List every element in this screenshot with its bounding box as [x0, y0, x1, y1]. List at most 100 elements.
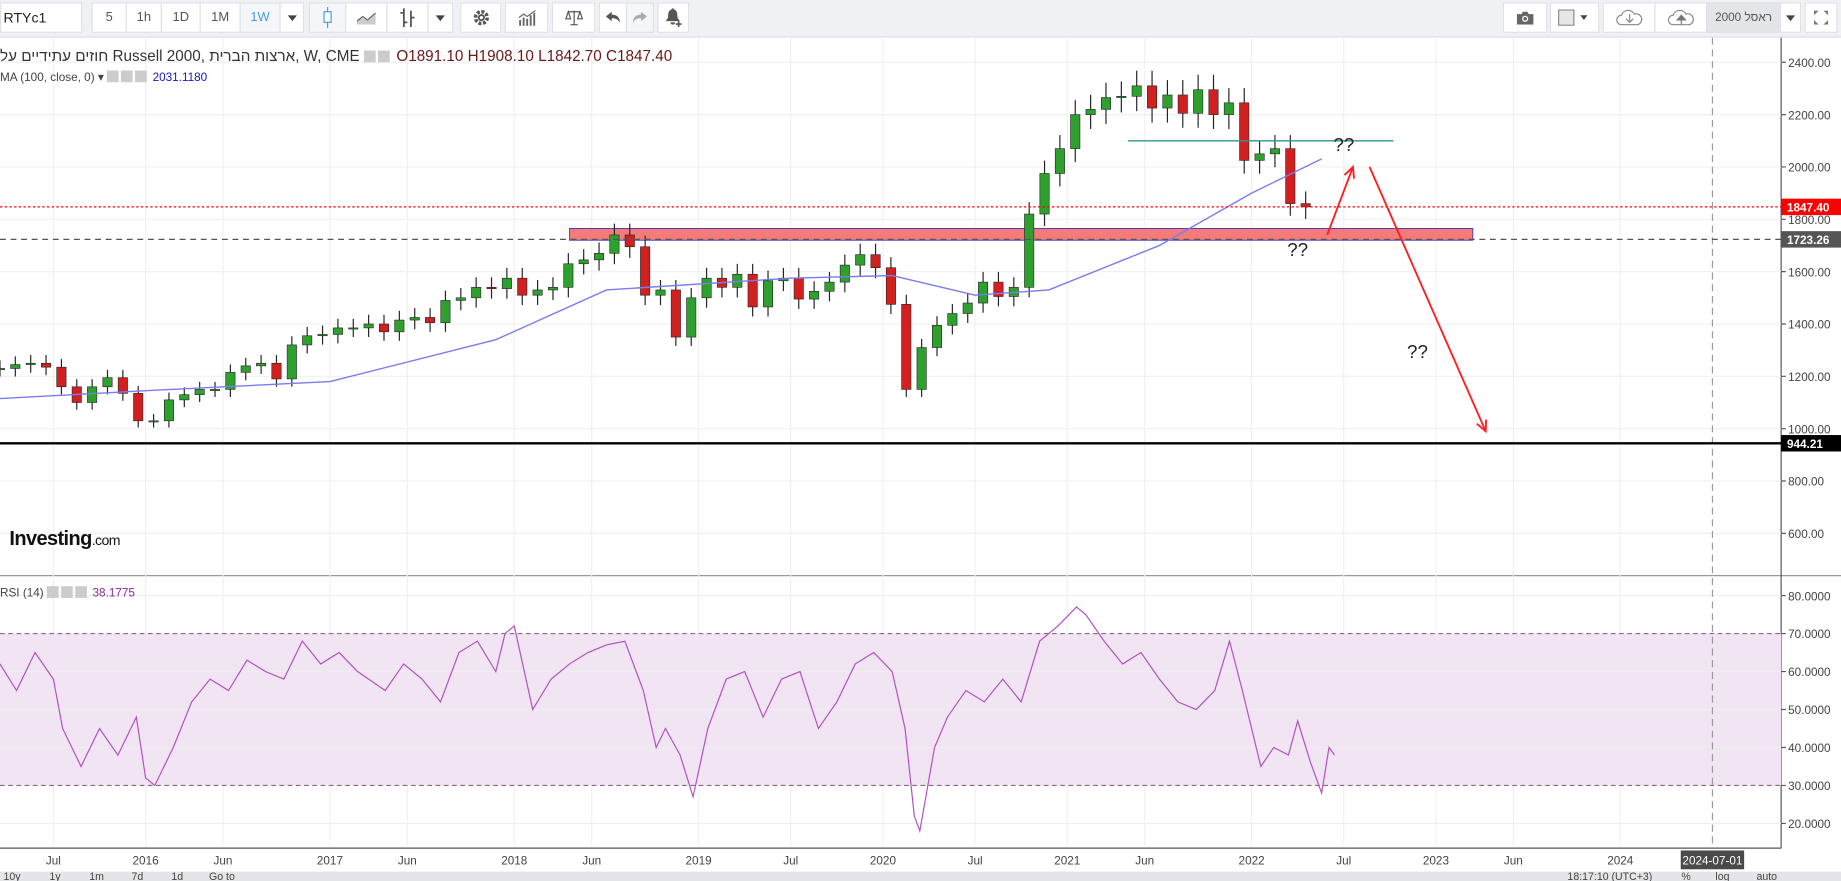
gear-icon[interactable] [121, 70, 133, 83]
candle [194, 389, 205, 395]
candle [455, 297, 466, 301]
arrow-line [1326, 166, 1354, 236]
time-tick-label: Jun [398, 855, 417, 868]
gear-icon[interactable] [377, 50, 390, 63]
candle [686, 297, 697, 338]
rsi-tick-label: 40.0000 [1788, 742, 1831, 755]
candle [87, 386, 98, 403]
arrow-line [1368, 166, 1487, 432]
candle [962, 302, 973, 314]
range-10y[interactable]: 10y [4, 872, 21, 881]
rsi-tick-label: 70.0000 [1788, 628, 1831, 641]
candle [916, 347, 927, 390]
candle [1254, 153, 1265, 161]
candle [117, 377, 128, 394]
log-toggle[interactable]: log [1715, 872, 1729, 881]
chart-canvas[interactable]: Jul 2016 Jun 2017 Jun 2018 Jun 2019 Jul 2020 Jul 20… [0, 0, 1841, 872]
support-zone [569, 227, 1474, 241]
candle [517, 277, 528, 296]
question-annotation: ?? [1333, 134, 1354, 155]
goto-button[interactable]: Go to [209, 872, 235, 881]
time-tick-label: Jun [1135, 855, 1154, 868]
candle [870, 254, 881, 269]
candle [594, 253, 605, 261]
candle [486, 287, 497, 289]
candle [317, 334, 328, 337]
time-tick-label: 2016 [133, 855, 160, 868]
candle [763, 280, 774, 308]
candle [10, 364, 21, 369]
candle [286, 344, 297, 380]
candle [501, 277, 512, 289]
candle [25, 362, 36, 365]
candle [179, 394, 190, 401]
candle [348, 327, 359, 330]
visibility-icon[interactable] [46, 586, 59, 598]
chart-app: RTYc1 5 1h 1D 1M 1W ראסל 2000 Jul 2016 Jun… [0, 0, 1841, 881]
close-icon[interactable] [75, 586, 87, 598]
price-tick-label: 600.00 [1788, 528, 1824, 541]
candle [302, 335, 313, 346]
candle [1193, 89, 1204, 114]
legend-title: חוזים עתידיים על Russell 2000, ארצות הבר… [0, 46, 360, 65]
ma-line [0, 158, 1322, 400]
ma-value: 2031.1180 [152, 71, 208, 85]
time-tick-label: Jun [214, 855, 233, 868]
time-tick-label: Jun [1504, 855, 1523, 868]
candle [332, 327, 343, 335]
auto-toggle[interactable]: auto [1756, 872, 1777, 881]
candle [1208, 89, 1219, 115]
price-tick-label: 1800.00 [1788, 214, 1831, 227]
close-icon[interactable] [135, 70, 147, 83]
cursor-date-label: 2024-07-01 [1682, 855, 1742, 868]
time-tick-label: Jul [783, 855, 798, 868]
candle [163, 399, 174, 422]
price-badge-label: 1847.40 [1787, 202, 1830, 215]
time-tick-label: 2022 [1239, 855, 1265, 868]
candle [609, 234, 620, 254]
range-7d[interactable]: 7d [132, 872, 144, 881]
candle [809, 290, 820, 300]
range-1y[interactable]: 1y [49, 872, 60, 881]
bottom-bar: 10y 1y 1m 7d 1d Go to 18:17:10 (UTC+3) %… [0, 871, 1841, 881]
candle [670, 289, 681, 338]
candle [701, 277, 712, 299]
candle [1085, 109, 1096, 115]
candle [379, 323, 389, 333]
time-tick-label: 2017 [317, 855, 343, 868]
candle [0, 368, 5, 370]
clock: 18:17:10 (UTC+3) [1567, 871, 1653, 881]
candle [133, 393, 144, 422]
visibility-icon[interactable] [363, 50, 376, 63]
visibility-icon[interactable] [107, 70, 119, 83]
time-tick-label: 2018 [501, 855, 528, 868]
ma-label: MA (100, close, 0) [0, 71, 95, 85]
candle [855, 254, 866, 266]
candle [409, 317, 420, 321]
rsi-label: RSI (14) [0, 587, 44, 601]
candle [793, 277, 804, 300]
rsi-legend: RSI (14) 38.1775 [0, 586, 135, 600]
candle [547, 287, 558, 291]
range-1d[interactable]: 1d [171, 872, 183, 881]
candle [210, 389, 221, 391]
price-tick-label: 800.00 [1788, 476, 1824, 489]
candle [425, 317, 436, 323]
candle [1177, 94, 1188, 114]
time-tick-label: Jul [1336, 855, 1351, 868]
time-tick-label: Jul [968, 855, 983, 868]
percent-toggle[interactable]: % [1681, 872, 1690, 881]
gear-icon[interactable] [61, 586, 73, 598]
candle [440, 300, 451, 323]
candle [824, 281, 835, 292]
candle [532, 289, 543, 296]
range-1m[interactable]: 1m [89, 872, 104, 881]
rsi-tick-label: 50.0000 [1788, 704, 1831, 717]
candle [655, 289, 666, 296]
rsi-tick-label: 30.0000 [1788, 780, 1831, 793]
candle [578, 259, 589, 265]
price-badge-label: 944.21 [1787, 438, 1823, 451]
price-badge-label: 1723.26 [1787, 234, 1830, 247]
time-tick-label: Jun [582, 855, 601, 868]
candle [839, 264, 850, 283]
